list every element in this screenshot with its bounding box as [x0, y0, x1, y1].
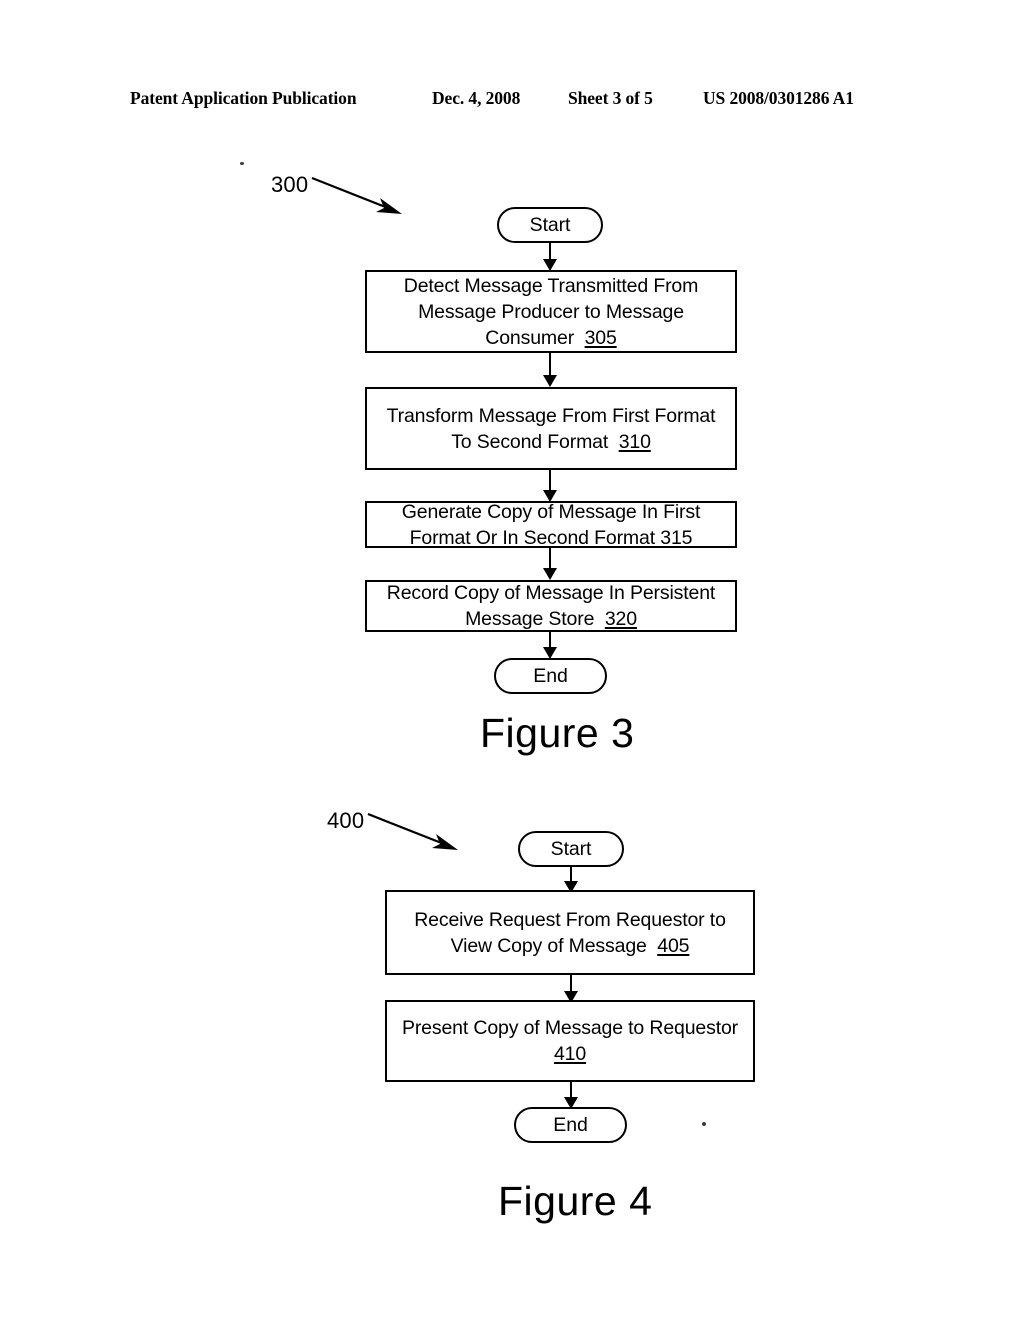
- figure-4-lead-arrow: [367, 812, 458, 850]
- figure-4-end-node: End: [514, 1107, 627, 1143]
- figure-4-start-label: Start: [550, 838, 592, 860]
- figure-4-connector-405-to-410: [560, 975, 582, 1003]
- figure-4-step-410-reference: 410: [553, 1043, 587, 1065]
- figure-4-reference-label: 400: [327, 808, 365, 833]
- figure-4-step-405-reference: 405: [657, 934, 690, 957]
- figure-4-flowchart: 400 Start Receive Request From Requestor…: [0, 0, 1024, 1260]
- patent-drawing-page: Patent Application Publication Dec. 4, 2…: [0, 0, 1024, 1320]
- figure-4-caption: Figure 4: [498, 1178, 653, 1224]
- figure-4-connector-410-to-end: [560, 1082, 582, 1110]
- figure-4-step-405-line-1: Receive Request From Requestor to: [414, 908, 726, 931]
- figure-4-step-405-line-2: View Copy of Message: [450, 934, 647, 957]
- figure-4-step-410-line-1: Present Copy of Message to Requestor: [401, 1017, 739, 1039]
- figure-4-step-405: Receive Request From Requestor to View C…: [385, 890, 755, 975]
- figure-4-end-label: End: [553, 1114, 588, 1136]
- scan-speck-artifact-2: [702, 1122, 706, 1126]
- figure-4-start-node: Start: [518, 831, 624, 867]
- figure-4-step-410: Present Copy of Message to Requestor 410: [385, 1000, 755, 1082]
